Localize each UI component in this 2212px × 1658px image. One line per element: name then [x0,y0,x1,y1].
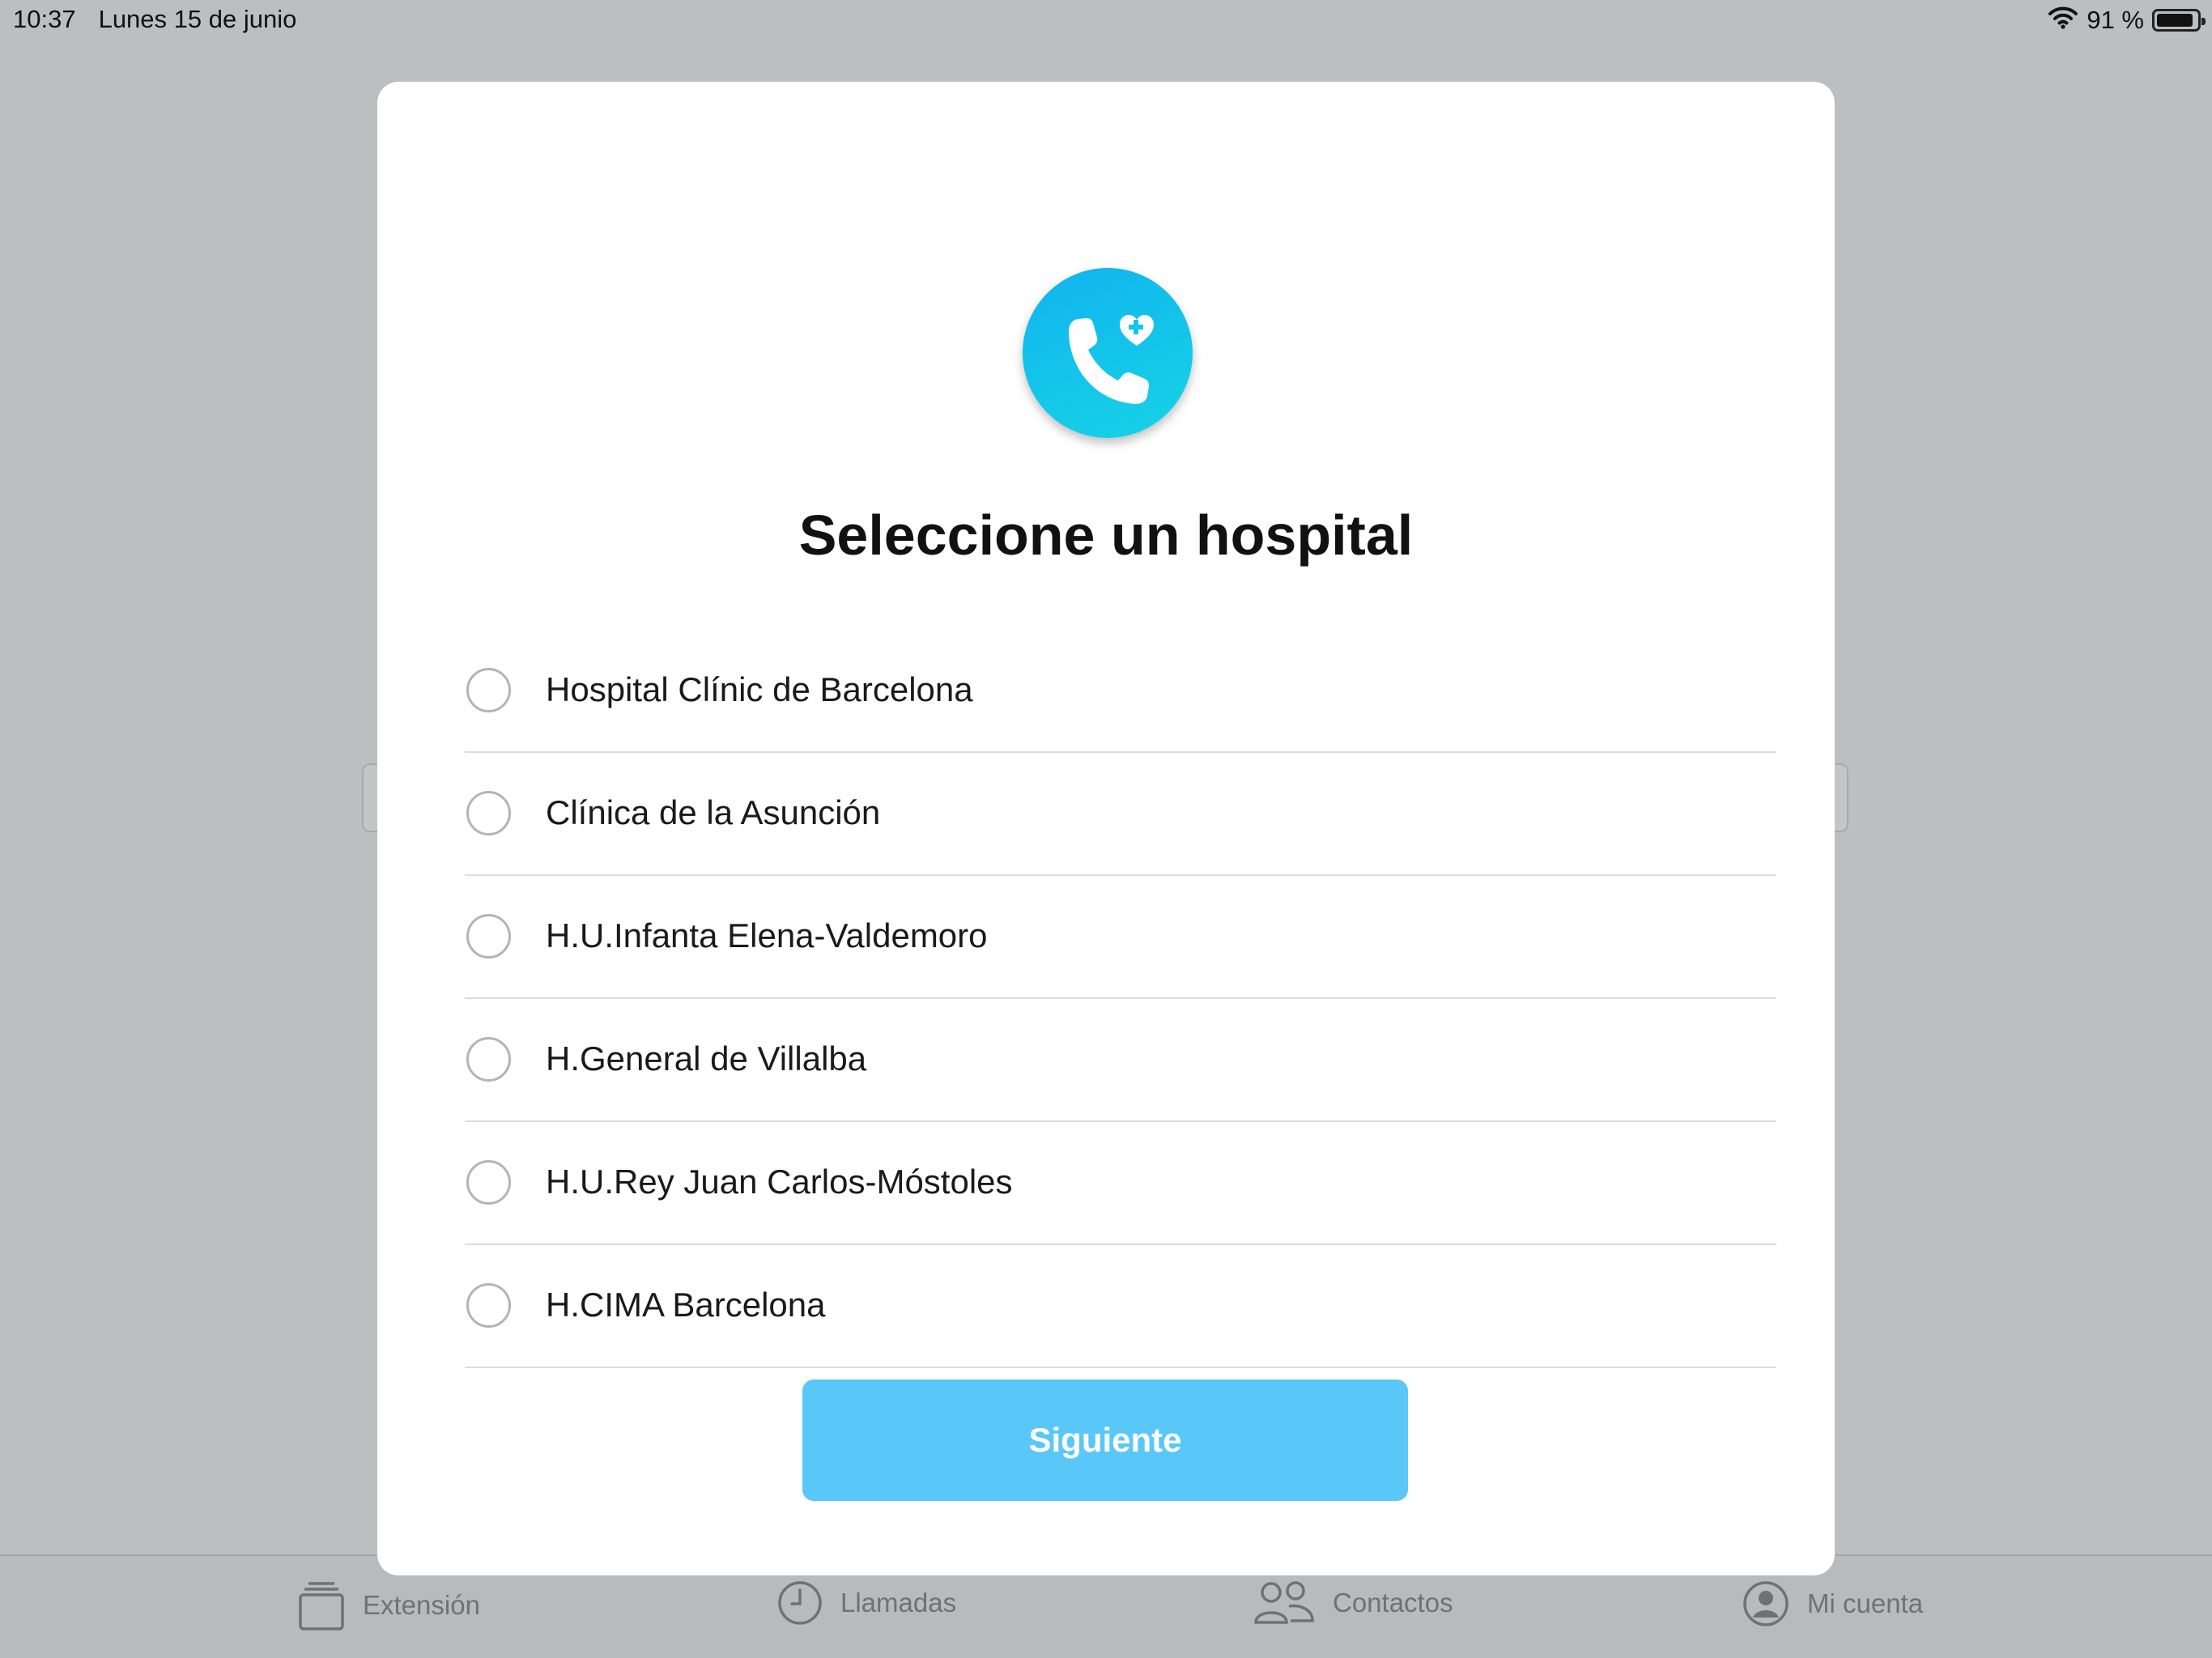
tab-extension[interactable]: Extensión [298,1580,480,1630]
hospital-option-list: Hospital Clínic de Barcelona Clínica de … [465,630,1776,1368]
tab-llamadas[interactable]: Llamadas [777,1580,956,1626]
status-bar: 10:37 Lunes 15 de junio 91 % [0,0,2212,39]
hospital-option-label: H.U.Rey Juan Carlos-Móstoles [546,1163,1013,1201]
status-time: 10:37 [13,5,76,33]
hospital-option-label: Hospital Clínic de Barcelona [546,670,973,708]
extension-icon [298,1580,345,1630]
tab-mi-cuenta-label: Mi cuenta [1807,1588,1924,1618]
status-right: 91 % [2048,5,2206,36]
battery-fill [2157,14,2193,27]
hospital-option[interactable]: H.U.Infanta Elena-Valdemoro [465,876,1776,999]
battery-icon [2152,9,2206,32]
battery-percentage: 91 % [2087,6,2144,34]
hospital-option[interactable]: H.General de Villalba [465,999,1776,1122]
tab-contactos[interactable]: Contactos [1253,1580,1453,1626]
hospital-option[interactable]: Hospital Clínic de Barcelona [465,630,1776,753]
radio-button[interactable] [466,1283,511,1328]
phone-heart-icon [1023,268,1193,438]
status-left: 10:37 Lunes 15 de junio [13,5,296,34]
account-icon [1742,1580,1789,1627]
clock-icon [777,1580,823,1626]
wifi-icon [2048,5,2078,36]
radio-button[interactable] [466,1160,511,1205]
battery-tip [2201,18,2206,25]
hospital-option[interactable]: Clínica de la Asunción [465,753,1776,876]
status-date: Lunes 15 de junio [98,5,297,33]
tab-extension-label: Extensión [363,1590,480,1620]
tab-mi-cuenta[interactable]: Mi cuenta [1742,1580,1923,1627]
hospital-select-dialog: Seleccione un hospital Hospital Clínic d… [377,82,1835,1575]
radio-button[interactable] [466,1037,511,1082]
radio-button[interactable] [466,914,511,959]
hospital-option-label: H.CIMA Barcelona [546,1286,826,1324]
hospital-option[interactable]: H.CIMA Barcelona [465,1245,1776,1368]
contacts-icon [1253,1580,1315,1626]
screen: 10:37 Lunes 15 de junio 91 % Extensión L… [0,0,2212,1658]
radio-button[interactable] [466,668,511,712]
hospital-option-label: H.General de Villalba [546,1039,867,1078]
hospital-option-label: Clínica de la Asunción [546,793,881,831]
hospital-option-label: H.U.Infanta Elena-Valdemoro [546,916,988,954]
radio-button[interactable] [466,791,511,835]
hospital-option[interactable]: H.U.Rey Juan Carlos-Móstoles [465,1122,1776,1245]
next-button[interactable]: Siguiente [802,1380,1408,1501]
tab-contactos-label: Contactos [1333,1588,1453,1618]
dialog-title: Seleccione un hospital [798,504,1414,567]
tab-llamadas-label: Llamadas [840,1588,957,1618]
